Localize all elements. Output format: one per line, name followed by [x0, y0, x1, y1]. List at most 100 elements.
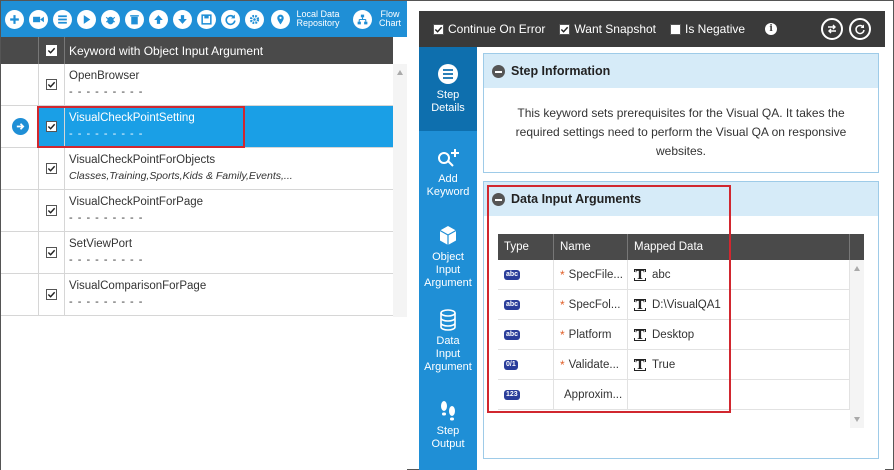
move-down-icon[interactable] — [173, 9, 192, 29]
cube-icon — [439, 225, 457, 245]
want-snapshot-label: Want Snapshot — [574, 22, 656, 36]
keyword-row-setviewport[interactable]: SetViewPort - - - - - - - - - — [1, 232, 393, 274]
grid-header-label: Keyword with Object Input Argument — [69, 43, 264, 58]
table-row[interactable]: 0/1 * Validate... T True — [498, 350, 864, 380]
keyword-name: VisualCheckPointForObjects — [69, 154, 216, 166]
mapped-data-cell[interactable]: T True — [628, 350, 850, 379]
sidebar-label: Add — [438, 173, 458, 185]
keyword-row-openbrowser[interactable]: OpenBrowser - - - - - - - - - — [1, 64, 393, 106]
required-marker: * — [560, 357, 565, 372]
keyword-row-visualcomparisonforpage[interactable]: VisualComparisonForPage - - - - - - - - … — [1, 274, 393, 316]
move-up-icon[interactable] — [149, 9, 168, 29]
local-data-repository-button[interactable]: Local Data Repository — [271, 9, 343, 29]
grid-header: Keyword with Object Input Argument — [1, 37, 393, 64]
table-row[interactable]: abc * Platform T Desktop — [498, 320, 864, 350]
local-data-repository-label: Local Data Repository — [296, 9, 340, 28]
scroll-down-icon[interactable] — [854, 417, 860, 422]
scroll-up-icon[interactable] — [854, 266, 860, 271]
mapped-data-cell[interactable] — [628, 380, 850, 409]
collapse-icon[interactable] — [492, 192, 505, 206]
table-row[interactable]: abc * SpecFile... Tabc — [498, 260, 864, 290]
column-header-name: Name — [554, 234, 628, 260]
record-video-icon[interactable] — [29, 9, 48, 29]
is-negative-option[interactable]: Is Negative — [670, 22, 745, 36]
mapped-value: True — [652, 358, 676, 371]
list-icon[interactable] — [53, 9, 72, 29]
toolbar: Local Data Repository Flow Chart — [1, 1, 407, 37]
keyword-panel: Local Data Repository Flow Chart Keyword… — [1, 1, 407, 470]
is-negative-checkbox[interactable] — [670, 23, 681, 35]
keyword-args: - - - - - - - - - — [69, 296, 144, 308]
select-all-checkbox[interactable] — [46, 45, 57, 56]
row-checkbox[interactable] — [46, 205, 57, 216]
keyword-row-visualcheckpointforpage[interactable]: VisualCheckPointForPage - - - - - - - - … — [1, 190, 393, 232]
mapped-data-cell[interactable]: T Desktop — [628, 320, 850, 349]
add-icon[interactable] — [5, 9, 24, 29]
row-checkbox[interactable] — [46, 247, 57, 258]
table-header: Type Name Mapped Data — [498, 234, 864, 260]
text-value-icon: T — [634, 327, 646, 342]
sidebar-label: Argument — [424, 360, 472, 373]
table-row[interactable]: abc * SpecFol... T D:\VisualQA1 — [498, 290, 864, 320]
location-pin-icon — [271, 9, 290, 29]
data-input-arguments-header[interactable]: Data Input Arguments — [484, 182, 878, 216]
sidebar-item-step-output[interactable]: Step Output — [419, 383, 477, 467]
play-icon[interactable] — [77, 9, 96, 29]
want-snapshot-option[interactable]: Want Snapshot — [559, 22, 656, 36]
string-type-icon: abc — [504, 299, 521, 310]
sidebar-label: Object — [432, 250, 464, 263]
info-icon[interactable]: i — [765, 23, 778, 35]
mapped-value: Desktop — [652, 328, 695, 341]
sidebar-label: Step — [436, 89, 460, 101]
refresh-icon[interactable] — [221, 9, 240, 29]
sidebar-label: Data — [436, 334, 460, 347]
sidebar-item-data-input-argument[interactable]: Data Input Argument — [419, 299, 477, 383]
required-marker: * — [560, 267, 565, 282]
mapped-data-cell[interactable]: Tabc — [628, 260, 850, 289]
data-input-table: Type Name Mapped Data abc * SpecFile... T… — [498, 234, 864, 428]
settings-gear-icon[interactable] — [245, 9, 264, 29]
text-value-icon: T — [634, 267, 646, 282]
continue-on-error-option[interactable]: Continue On Error — [433, 22, 545, 36]
flow-chart-button[interactable]: Flow Chart — [353, 9, 405, 29]
step-content: Step Information This keyword sets prere… — [477, 47, 885, 470]
row-checkbox[interactable] — [46, 289, 57, 300]
sidebar-item-object-input-argument[interactable]: Object Input Argument — [419, 215, 477, 299]
step-sidebar: Step Details Add Keyword Object Input Ar… — [419, 47, 477, 470]
grid-scrollbar[interactable] — [393, 64, 407, 317]
debug-bug-icon[interactable] — [101, 9, 120, 29]
data-input-arguments-title: Data Input Arguments — [511, 192, 642, 206]
step-information-header[interactable]: Step Information — [484, 54, 878, 88]
number-type-icon: 123 — [504, 389, 520, 400]
argument-name: SpecFol... — [568, 298, 621, 311]
required-marker: * — [560, 327, 565, 342]
sidebar-item-add-keyword[interactable]: Add Keyword — [419, 131, 477, 215]
flow-chart-label: Flow Chart — [378, 9, 401, 28]
row-checkbox[interactable] — [46, 163, 57, 174]
argument-name: Platform — [568, 328, 612, 341]
row-checkbox[interactable] — [46, 79, 57, 90]
keyword-row-visualcheckpointsetting[interactable]: VisualCheckPointSetting - - - - - - - - … — [1, 106, 393, 148]
argument-name: Validate... — [568, 358, 619, 371]
refresh-step-icon[interactable] — [849, 18, 871, 40]
sidebar-label: Input — [435, 347, 461, 360]
collapse-icon[interactable] — [492, 64, 505, 78]
scroll-up-icon[interactable] — [397, 70, 403, 75]
keyword-args: Classes,Training,Sports,Kids & Family,Ev… — [69, 170, 293, 182]
sidebar-item-step-details[interactable]: Step Details — [419, 47, 477, 131]
step-panel: Continue On Error Want Snapshot Is Negat… — [419, 11, 885, 470]
step-description: This keyword sets prerequisites for the … — [515, 106, 847, 158]
step-information-title: Step Information — [511, 64, 611, 78]
swap-icon[interactable] — [821, 18, 843, 40]
save-icon[interactable] — [197, 9, 216, 29]
want-snapshot-checkbox[interactable] — [559, 23, 571, 35]
table-scrollbar[interactable] — [850, 260, 864, 428]
add-keyword-icon — [438, 149, 459, 167]
sidebar-label: Keyword — [426, 186, 470, 198]
mapped-data-cell[interactable]: T D:\VisualQA1 — [628, 290, 850, 319]
keyword-row-visualcheckpointforobjects[interactable]: VisualCheckPointForObjects Classes,Train… — [1, 148, 393, 190]
delete-trash-icon[interactable] — [125, 9, 144, 29]
row-checkbox[interactable] — [46, 121, 57, 132]
table-row[interactable]: 123 Approxim... — [498, 380, 864, 410]
continue-on-error-checkbox[interactable] — [433, 23, 444, 35]
